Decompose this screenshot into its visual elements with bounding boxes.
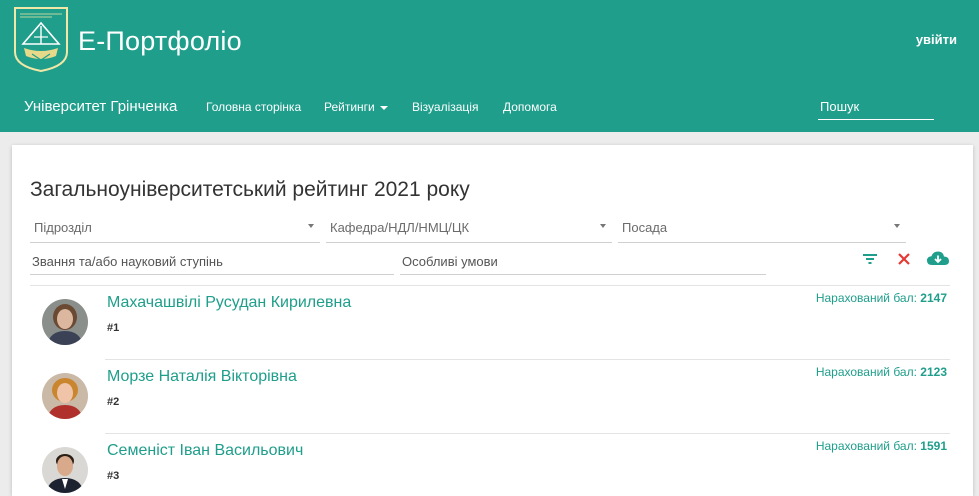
rank-label: #3 xyxy=(107,470,120,482)
rank-label: #2 xyxy=(107,396,120,408)
position-select[interactable]: Посада xyxy=(618,211,906,243)
score-label: Нарахований бал: 1591 xyxy=(816,439,947,453)
rating-row: Махачашвілі Русудан Кирилевна #1 Нарахов… xyxy=(12,289,973,359)
rating-card: Загальноуніверситетський рейтинг 2021 ро… xyxy=(12,145,973,496)
avatar[interactable] xyxy=(42,373,88,419)
nav-brand[interactable]: Університет Грінченка xyxy=(24,98,177,115)
divider xyxy=(105,433,950,434)
special-conditions-field[interactable] xyxy=(400,249,766,275)
person-name[interactable]: Морзе Наталія Вікторівна xyxy=(107,368,297,386)
divider xyxy=(105,359,950,360)
score-value: 1591 xyxy=(920,439,947,453)
nav-link-visualization[interactable]: Візуалізація xyxy=(412,100,478,114)
nav-link-home[interactable]: Головна сторінка xyxy=(206,100,301,114)
divider xyxy=(30,285,950,286)
score-label: Нарахований бал: 2123 xyxy=(816,365,947,379)
dropdown-arrow-icon xyxy=(600,224,606,228)
app-title[interactable]: Е-Портфоліо xyxy=(78,26,242,57)
nav-link-ratings[interactable]: Рейтинги xyxy=(324,100,388,114)
avatar[interactable] xyxy=(42,299,88,345)
position-select-value: Посада xyxy=(622,220,668,235)
page-title: Загальноуніверситетський рейтинг 2021 ро… xyxy=(30,178,470,201)
person-name[interactable]: Семеніст Іван Васильович xyxy=(107,442,303,460)
header-bar: Е-Портфоліо увійти Університет Грінченка… xyxy=(0,0,979,132)
department-select-value: Кафедра/НДЛ/НМЦ/ЦК xyxy=(330,220,470,235)
search-input[interactable] xyxy=(818,94,934,120)
rating-row: Семеніст Іван Васильович #3 Нарахований … xyxy=(12,437,973,496)
score-caption: Нарахований бал: xyxy=(815,365,917,379)
score-caption: Нарахований бал: xyxy=(815,439,917,453)
score-caption: Нарахований бал: xyxy=(815,291,917,305)
nav-link-help[interactable]: Допомога xyxy=(503,100,557,114)
cloud-download-icon[interactable] xyxy=(926,249,950,269)
score-value: 2123 xyxy=(920,365,947,379)
main-nav: Університет Грінченка Головна сторінка Р… xyxy=(0,90,979,122)
university-logo[interactable] xyxy=(12,6,70,72)
login-button[interactable]: увійти xyxy=(916,32,957,47)
score-value: 2147 xyxy=(920,291,947,305)
dropdown-arrow-icon xyxy=(894,224,900,228)
score-label: Нарахований бал: 2147 xyxy=(816,291,947,305)
filter-icon[interactable] xyxy=(860,249,880,269)
avatar[interactable] xyxy=(42,447,88,493)
department-select[interactable]: Кафедра/НДЛ/НМЦ/ЦК xyxy=(326,211,612,243)
rank-label: #1 xyxy=(107,322,120,334)
person-name[interactable]: Махачашвілі Русудан Кирилевна xyxy=(107,294,351,312)
degree-field[interactable] xyxy=(30,249,394,275)
dropdown-arrow-icon xyxy=(308,224,314,228)
subdivision-select-value: Підрозділ xyxy=(34,220,92,235)
rating-row: Морзе Наталія Вікторівна #2 Нарахований … xyxy=(12,363,973,433)
nav-link-ratings-label: Рейтинги xyxy=(324,100,375,114)
caret-down-icon xyxy=(379,105,388,110)
subdivision-select[interactable]: Підрозділ xyxy=(30,211,320,243)
clear-icon[interactable] xyxy=(894,249,914,269)
